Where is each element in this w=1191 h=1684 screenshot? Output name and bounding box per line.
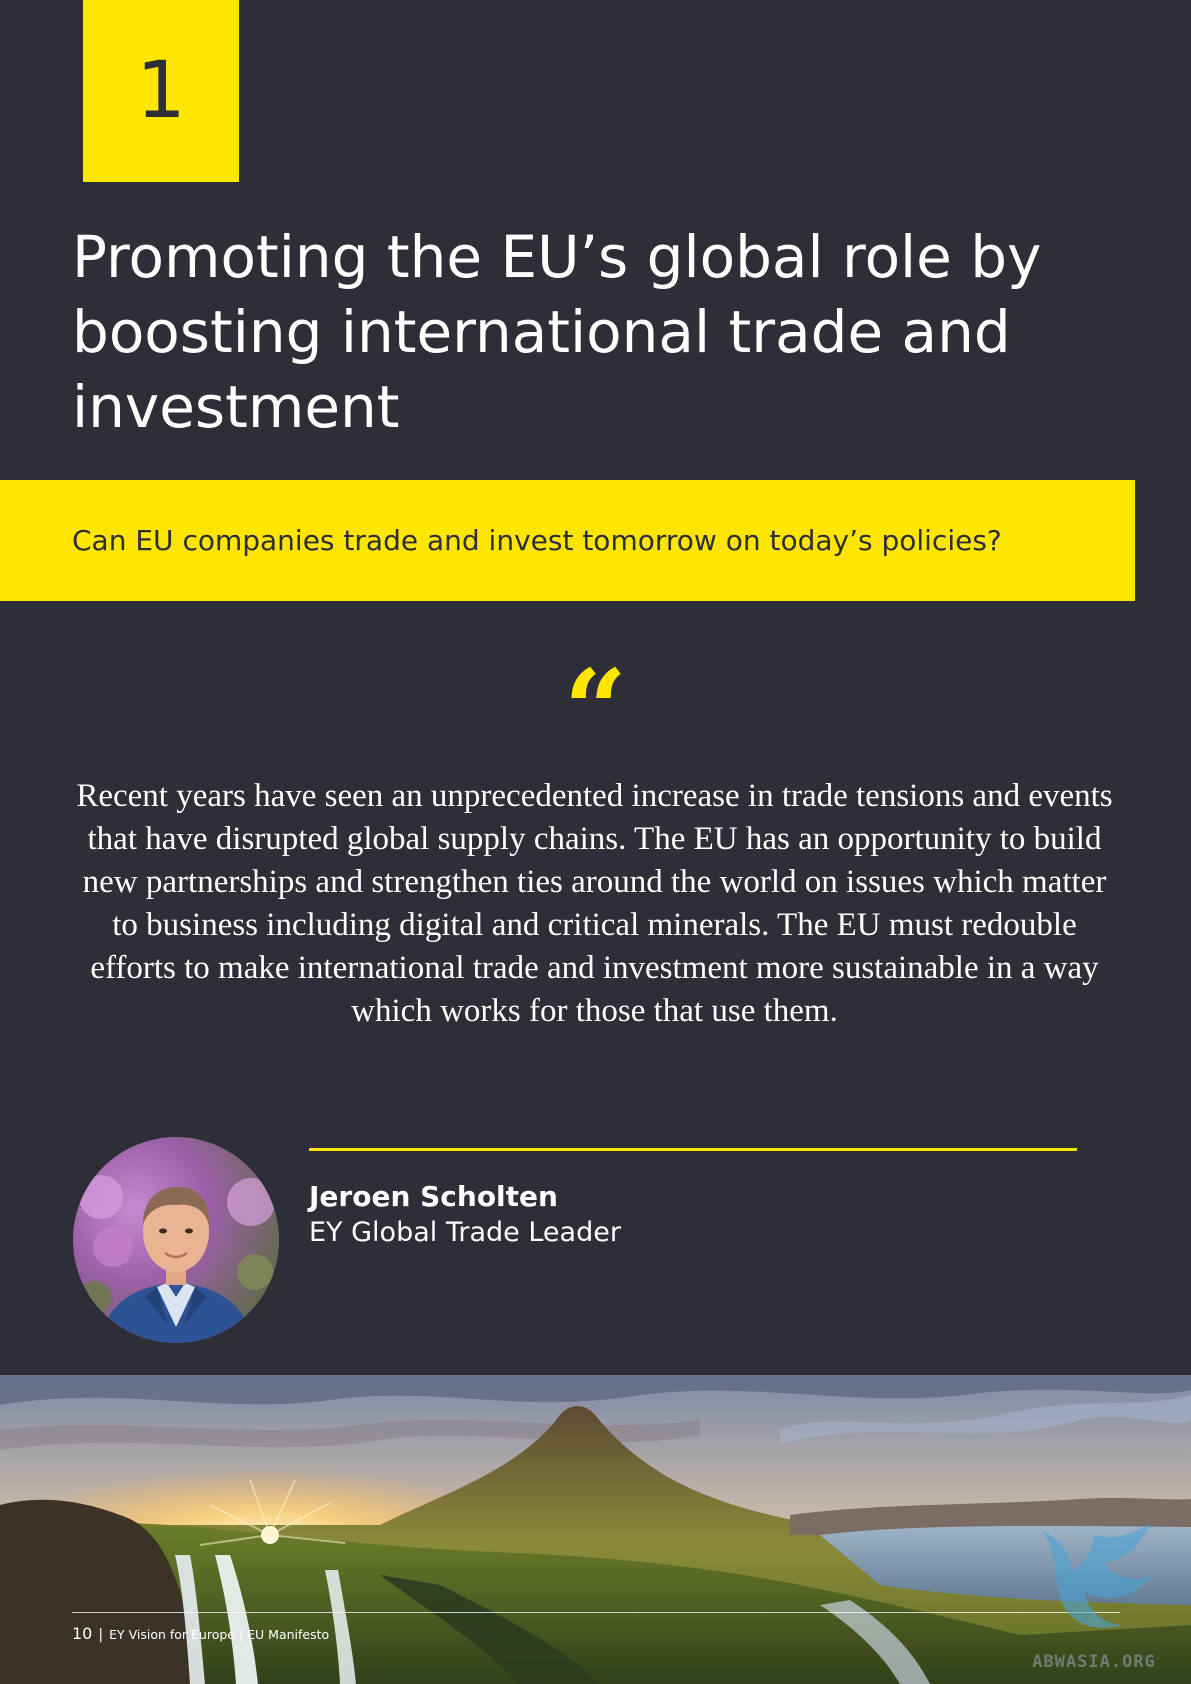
quote-mark-icon: “	[563, 645, 628, 774]
watermark-logo: ABWASIA.ORG	[1012, 1505, 1177, 1675]
question-banner: Can EU companies trade and invest tomorr…	[0, 480, 1135, 601]
author-divider	[309, 1148, 1077, 1151]
page-number: 10	[72, 1624, 93, 1643]
page-footer: 10 | EY Vision for Europe | EU Manifesto	[72, 1624, 329, 1643]
footer-divider	[72, 1612, 1120, 1613]
author-name: Jeroen Scholten	[309, 1180, 558, 1213]
avatar	[73, 1137, 279, 1343]
question-text: Can EU companies trade and invest tomorr…	[72, 524, 1002, 557]
author-role: EY Global Trade Leader	[309, 1217, 621, 1248]
report-page: 1 Promoting the EU’s global role by boos…	[0, 0, 1191, 1684]
publication-title: EY Vision for Europe | EU Manifesto	[109, 1627, 330, 1642]
section-number-box: 1	[83, 0, 239, 182]
svg-text:ABWASIA.ORG: ABWASIA.ORG	[1032, 1652, 1156, 1672]
footer-separator: |	[98, 1627, 104, 1643]
section-number: 1	[136, 46, 186, 136]
page-title: Promoting the EU’s global role by boosti…	[72, 223, 1042, 441]
pull-quote: Recent years have seen an unprecedented …	[76, 778, 1113, 1029]
